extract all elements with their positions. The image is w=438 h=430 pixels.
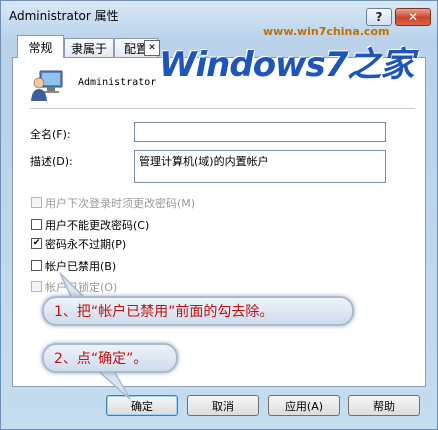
- option-label: 密码永不过期(P): [45, 238, 127, 251]
- tab-general[interactable]: 常规: [17, 35, 64, 58]
- watermark-logo: Windows7之家: [159, 45, 414, 85]
- checkbox-account-disabled[interactable]: [31, 260, 42, 271]
- user-name: Administrator: [78, 77, 157, 88]
- cancel-button[interactable]: 取消: [187, 395, 259, 416]
- apply-button[interactable]: 应用(A): [268, 395, 340, 416]
- fullname-label: 全名(F):: [30, 128, 71, 141]
- help-button[interactable]: 帮助: [348, 395, 420, 416]
- window-title: Administrator 属性: [9, 9, 119, 23]
- checkbox-cannot-change-password[interactable]: [31, 219, 42, 230]
- description-input[interactable]: 管理计算机(域)的内置帐户: [134, 150, 386, 183]
- checkmark-icon: ✔: [32, 238, 41, 248]
- user-computer-icon: [31, 70, 63, 101]
- title-help-button[interactable]: ?: [366, 8, 392, 26]
- checkbox-account-locked[interactable]: [31, 281, 42, 292]
- tab-close-icon[interactable]: ✕: [144, 40, 160, 56]
- callout-step-1: 1、把“帐户已禁用”前面的勾去除。: [42, 296, 354, 326]
- option-label: 用户下次登录时须更改密码(M): [45, 197, 196, 210]
- fullname-input[interactable]: [134, 122, 386, 142]
- close-button[interactable]: ✕: [395, 8, 431, 26]
- divider: [30, 108, 415, 109]
- description-label: 描述(D):: [30, 155, 73, 168]
- callout-step-2: 2、点“确定”。: [42, 343, 178, 373]
- checkbox-password-never-expires[interactable]: ✔: [31, 238, 42, 249]
- tab-member-of[interactable]: 隶属于: [64, 38, 114, 57]
- option-label: 用户不能更改密码(C): [45, 219, 150, 232]
- checkbox-must-change-password[interactable]: [31, 197, 42, 208]
